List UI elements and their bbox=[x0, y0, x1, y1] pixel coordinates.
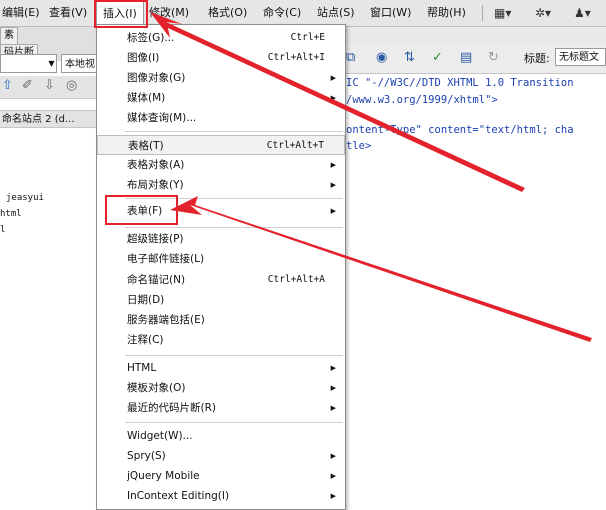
arrow-to-form-icon bbox=[170, 196, 592, 342]
arrow-to-insert-icon bbox=[150, 12, 525, 192]
annotation-arrows bbox=[150, 12, 592, 342]
